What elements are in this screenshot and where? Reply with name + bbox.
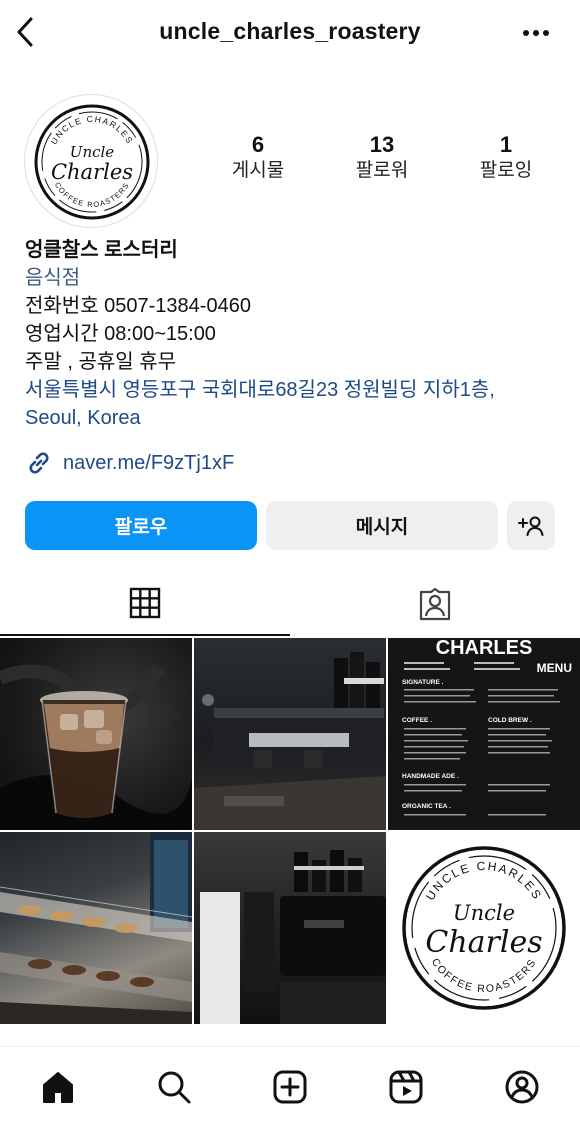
profile-phone: 전화번호 0507-1384-0460 — [25, 295, 251, 317]
svg-text:Charles: Charles — [425, 925, 542, 960]
svg-text:COLD BREW .: COLD BREW . — [488, 717, 532, 724]
profile-address-line1[interactable]: 서울특별시 영등포구 국회대로68길23 정원빌딩 지하1층, — [25, 376, 565, 404]
stat-followers-label: 팔로워 — [355, 160, 409, 181]
search-icon — [158, 1071, 191, 1104]
bottom-navigation — [0, 1046, 580, 1123]
reels-icon — [389, 1070, 423, 1104]
post-thumbnail[interactable]: UNCLE CHARLES COFFEE ROASTERS Uncle Char… — [388, 832, 580, 1024]
nav-home[interactable] — [38, 1067, 78, 1107]
svg-text:ORGANIC TEA .: ORGANIC TEA . — [402, 803, 451, 810]
svg-text:CHARLES: CHARLES — [436, 638, 533, 659]
avatar-logo: UNCLE CHARLES COFFEE ROASTERS Uncle Char… — [34, 104, 150, 220]
top-bar: uncle_charles_roastery — [0, 0, 580, 66]
nav-search[interactable] — [154, 1067, 194, 1107]
menu-board-photo: CHARLES MENU SIGNATURE . COFFEE . COLD B… — [388, 638, 580, 830]
post-thumbnail[interactable] — [194, 832, 386, 1024]
profile-hours: 영업시간 08:00~15:00 — [25, 323, 216, 345]
grid-icon — [129, 587, 161, 619]
iced-coffee-photo — [0, 663, 192, 830]
svg-text:HANDMADE ADE .: HANDMADE ADE . — [402, 773, 459, 780]
post-thumbnail[interactable]: CHARLES MENU SIGNATURE . COFFEE . COLD B… — [388, 638, 580, 830]
svg-text:UNCLE CHARLES: UNCLE CHARLES — [49, 114, 136, 146]
svg-text:UNCLE CHARLES: UNCLE CHARLES — [423, 859, 545, 903]
svg-text:Charles: Charles — [51, 160, 133, 184]
more-horizontal-icon — [523, 30, 549, 36]
stat-posts: 6 게시물 — [208, 132, 308, 184]
nav-profile[interactable] — [502, 1067, 542, 1107]
la-marzocco-photo — [200, 850, 386, 1024]
profile-username: uncle_charles_roastery — [159, 18, 421, 44]
svg-text:COFFEE .: COFFEE . — [402, 717, 432, 724]
link-icon — [29, 452, 49, 474]
profile-category[interactable]: 음식점 — [25, 264, 565, 292]
post-thumbnail[interactable] — [0, 832, 192, 1024]
tab-posts-grid[interactable] — [0, 572, 290, 636]
posts-grid: CHARLES MENU SIGNATURE . COFFEE . COLD B… — [0, 638, 580, 1026]
stat-posts-label: 게시물 — [231, 160, 285, 181]
stat-posts-count: 6 — [251, 132, 265, 157]
stat-followers-count: 13 — [369, 132, 395, 157]
post-thumbnail[interactable] — [194, 638, 386, 830]
profile-icon — [505, 1070, 539, 1104]
more-options-button[interactable] — [520, 22, 552, 44]
profile-display-name: 엉클찰스 로스터리 — [25, 239, 178, 261]
suggest-users-button[interactable] — [507, 501, 555, 550]
profile-link[interactable]: naver.me/F9zTj1xF — [25, 448, 234, 478]
svg-text:SIGNATURE .: SIGNATURE . — [402, 679, 444, 686]
stat-following[interactable]: 1 팔로잉 — [456, 132, 556, 184]
add-user-icon — [518, 516, 544, 536]
svg-text:Uncle: Uncle — [453, 901, 515, 925]
stat-followers[interactable]: 13 팔로워 — [332, 132, 432, 184]
profile-closed-days: 주말 , 공휴일 휴무 — [25, 351, 177, 373]
profile-link-text[interactable]: naver.me/F9zTj1xF — [63, 452, 234, 475]
tagged-person-icon — [419, 587, 451, 621]
follow-button[interactable]: 팔로우 — [25, 501, 257, 550]
profile-tabs — [0, 572, 580, 636]
svg-text:Uncle: Uncle — [70, 143, 115, 161]
home-icon — [43, 1072, 73, 1103]
post-thumbnail[interactable] — [0, 638, 192, 830]
logo-post-image: UNCLE CHARLES COFFEE ROASTERS Uncle Char… — [402, 846, 566, 1010]
profile-avatar[interactable]: UNCLE CHARLES COFFEE ROASTERS Uncle Char… — [24, 94, 158, 228]
tab-tagged[interactable] — [290, 572, 580, 636]
svg-text:COFFEE ROASTERS: COFFEE ROASTERS — [53, 181, 131, 210]
profile-bio: 엉클찰스 로스터리 음식점 전화번호 0507-1384-0460 영업시간 0… — [25, 236, 565, 432]
message-button[interactable]: 메시지 — [266, 501, 498, 550]
profile-address-line2[interactable]: Seoul, Korea — [25, 404, 565, 432]
nav-reels[interactable] — [386, 1067, 426, 1107]
pastry-display-photo — [0, 832, 192, 1024]
stat-following-count: 1 — [499, 132, 513, 157]
profile-actions: 팔로우 메시지 — [25, 501, 555, 551]
espresso-machine-photo — [194, 652, 386, 830]
svg-text:MENU: MENU — [537, 661, 572, 675]
nav-create[interactable] — [270, 1067, 310, 1107]
stat-following-label: 팔로잉 — [479, 160, 533, 181]
create-icon — [273, 1070, 307, 1104]
